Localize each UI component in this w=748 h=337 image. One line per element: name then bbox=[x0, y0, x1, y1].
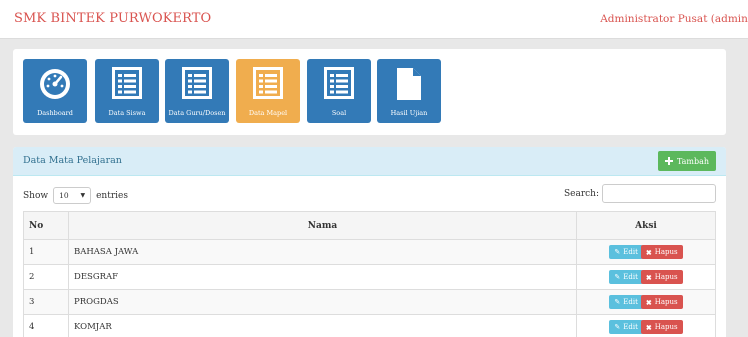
tile-soal[interactable]: Soal bbox=[307, 59, 371, 123]
pencil-icon: ✎ bbox=[614, 273, 620, 281]
page-size-select[interactable]: 10 ▼ bbox=[53, 187, 91, 204]
panel-heading: Data Mata Pelajaran Tambah bbox=[13, 147, 726, 176]
edit-button[interactable]: ✎Edit bbox=[609, 245, 643, 259]
row-no: 4 bbox=[24, 315, 69, 337]
row-actions: ✎Edit✖Hapus bbox=[577, 290, 716, 315]
table-row: 1 BAHASA JAWA ✎Edit✖Hapus bbox=[24, 240, 716, 265]
close-icon: ✖ bbox=[646, 248, 652, 257]
edit-button[interactable]: ✎Edit bbox=[609, 295, 643, 309]
row-no: 2 bbox=[24, 265, 69, 290]
tile-label: Data Siswa bbox=[95, 109, 159, 117]
tile-data-guru[interactable]: Data Guru/Dosen bbox=[165, 59, 229, 123]
plus-icon bbox=[665, 157, 673, 165]
search-control: Search: bbox=[564, 184, 716, 203]
data-table: No Nama Aksi 1 BAHASA JAWA ✎Edit✖Hapus 2… bbox=[23, 211, 716, 337]
table-row: 2 DESGRAF ✎Edit✖Hapus bbox=[24, 265, 716, 290]
row-actions: ✎Edit✖Hapus bbox=[577, 240, 716, 265]
tile-label: Soal bbox=[307, 109, 371, 117]
table-header-row: No Nama Aksi bbox=[24, 212, 716, 240]
search-label: Search: bbox=[564, 189, 599, 199]
list-icon bbox=[324, 67, 354, 99]
delete-button[interactable]: ✖Hapus bbox=[641, 245, 683, 259]
delete-label: Hapus bbox=[655, 248, 678, 256]
row-no: 3 bbox=[24, 290, 69, 315]
edit-button[interactable]: ✎Edit bbox=[609, 270, 643, 284]
data-panel: Data Mata Pelajaran Tambah Show 10 ▼ ent… bbox=[13, 147, 726, 337]
page-size-control: Show 10 ▼ entries bbox=[23, 187, 128, 204]
edit-label: Edit bbox=[623, 298, 638, 306]
close-icon: ✖ bbox=[646, 273, 652, 282]
add-button-label: Tambah bbox=[677, 157, 709, 166]
add-button[interactable]: Tambah bbox=[658, 151, 716, 171]
list-icon bbox=[253, 67, 283, 99]
row-nama: BAHASA JAWA bbox=[69, 240, 577, 265]
show-label: Show bbox=[23, 191, 48, 201]
table-row: 3 PROGDAS ✎Edit✖Hapus bbox=[24, 290, 716, 315]
tile-label: Dashboard bbox=[23, 109, 87, 117]
brand-title[interactable]: SMK BINTEK PURWOKERTO bbox=[14, 11, 211, 26]
list-icon bbox=[182, 67, 212, 99]
close-icon: ✖ bbox=[646, 298, 652, 307]
pencil-icon: ✎ bbox=[614, 323, 620, 331]
search-input[interactable] bbox=[602, 184, 716, 203]
tile-label: Data Guru/Dosen bbox=[165, 109, 229, 117]
table-row: 4 KOMJAR ✎Edit ✖Hapus bbox=[24, 315, 716, 337]
edit-label: Edit bbox=[623, 273, 638, 281]
tile-data-siswa[interactable]: Data Siswa bbox=[95, 59, 159, 123]
pencil-icon: ✎ bbox=[614, 298, 620, 306]
tile-hasil-ujian[interactable]: Hasil Ujian bbox=[377, 59, 441, 123]
tile-label: Data Mapel bbox=[236, 109, 300, 117]
row-no: 1 bbox=[24, 240, 69, 265]
panel-title: Data Mata Pelajaran bbox=[23, 155, 122, 166]
tile-dashboard[interactable]: Dashboard bbox=[23, 59, 87, 123]
row-nama: PROGDAS bbox=[69, 290, 577, 315]
edit-label: Edit bbox=[623, 323, 638, 331]
delete-button[interactable]: ✖Hapus bbox=[641, 295, 683, 309]
caret-down-icon: ▼ bbox=[80, 192, 85, 199]
menu-panel: Dashboard Data Siswa Data Guru/Dosen bbox=[13, 49, 726, 135]
delete-button[interactable]: ✖Hapus bbox=[641, 270, 683, 284]
col-header-aksi[interactable]: Aksi bbox=[577, 212, 716, 240]
delete-label: Hapus bbox=[655, 298, 678, 306]
tile-data-mapel[interactable]: Data Mapel bbox=[236, 59, 300, 123]
user-menu[interactable]: Administrator Pusat (admin) bbox=[600, 13, 748, 25]
tile-label: Hasil Ujian bbox=[377, 109, 441, 117]
row-actions: ✎Edit ✖Hapus bbox=[577, 315, 716, 337]
dashboard-icon bbox=[38, 67, 72, 101]
row-actions: ✎Edit✖Hapus bbox=[577, 265, 716, 290]
delete-label: Hapus bbox=[655, 323, 678, 331]
entries-label: entries bbox=[96, 191, 128, 201]
file-icon bbox=[396, 67, 422, 101]
page-size-value: 10 bbox=[59, 191, 69, 200]
list-icon bbox=[112, 67, 142, 99]
top-navbar: SMK BINTEK PURWOKERTO Administrator Pusa… bbox=[0, 0, 748, 39]
row-nama: KOMJAR bbox=[69, 315, 577, 337]
edit-label: Edit bbox=[623, 248, 638, 256]
col-header-no[interactable]: No bbox=[24, 212, 69, 240]
delete-label: Hapus bbox=[655, 273, 678, 281]
pencil-icon: ✎ bbox=[614, 248, 620, 256]
row-nama: DESGRAF bbox=[69, 265, 577, 290]
col-header-nama[interactable]: Nama bbox=[69, 212, 577, 240]
close-icon: ✖ bbox=[646, 323, 652, 332]
